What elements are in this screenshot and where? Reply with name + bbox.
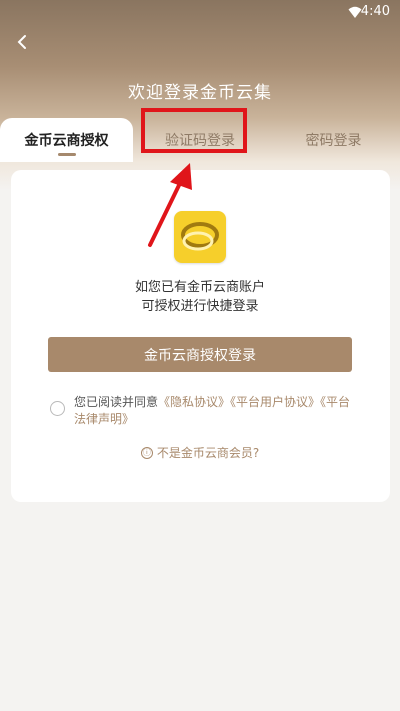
back-button[interactable] bbox=[8, 28, 36, 56]
status-time: 4:40 bbox=[360, 4, 390, 19]
back-chevron-icon bbox=[17, 35, 26, 49]
tab-jinbi-auth[interactable]: 金币云商授权 bbox=[0, 118, 133, 162]
description-line-2: 可授权进行快捷登录 bbox=[141, 299, 259, 314]
user-agreement-link[interactable]: 《平台用户协议》 bbox=[230, 395, 320, 409]
not-member-link[interactable]: ⓘ 不是金币云商会员? bbox=[0, 444, 400, 461]
highlight-annotation-box bbox=[141, 108, 247, 153]
rings-icon bbox=[181, 222, 219, 251]
status-bar: 4:40 bbox=[0, 0, 400, 24]
tab-password-login[interactable]: 密码登录 bbox=[267, 118, 400, 162]
jinbi-auth-login-button[interactable]: 金币云商授权登录 bbox=[48, 337, 352, 372]
tab-label: 金币云商授权 bbox=[24, 133, 109, 149]
info-icon: ⓘ bbox=[140, 446, 153, 459]
not-member-label: 不是金币云商会员? bbox=[156, 446, 260, 460]
agreement-checkbox[interactable] bbox=[50, 401, 65, 416]
page-title: 欢迎登录金币云集 bbox=[128, 83, 272, 103]
active-tab-indicator bbox=[58, 153, 76, 156]
tab-label: 密码登录 bbox=[305, 133, 362, 149]
description-line-1: 如您已有金币云商账户 bbox=[134, 280, 265, 295]
gold-rings-logo bbox=[174, 211, 226, 263]
agreement-text: 您已阅读并同意《隐私协议》《平台用户协议》《平台法律声明》 bbox=[74, 394, 359, 428]
agreement-prefix: 您已阅读并同意 bbox=[74, 395, 159, 409]
privacy-policy-link[interactable]: 《隐私协议》 bbox=[158, 395, 230, 409]
